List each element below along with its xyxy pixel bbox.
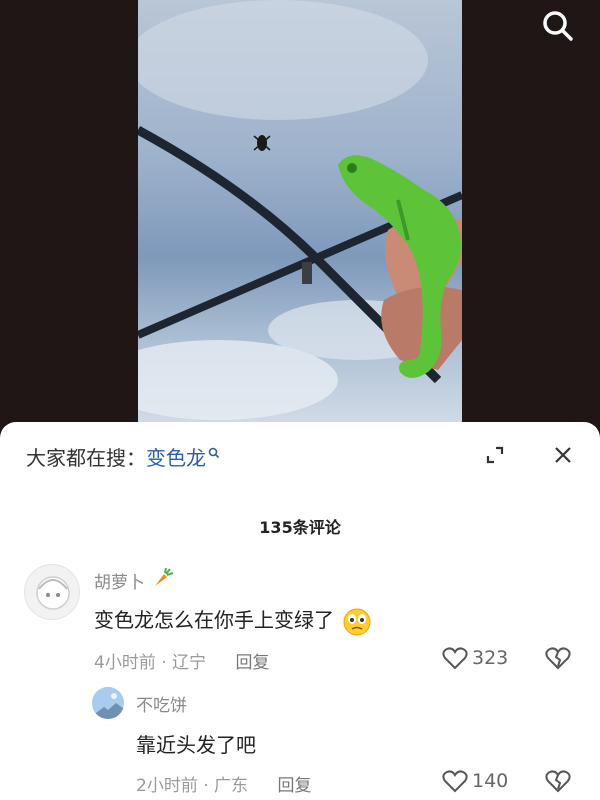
hot-search-keyword[interactable]: 变色龙 <box>146 442 206 471</box>
username-text: 胡萝卜 <box>94 573 145 593</box>
carrot-icon <box>155 568 174 586</box>
avatar-image <box>36 576 70 610</box>
frame-clamp <box>302 262 312 284</box>
hot-search-prefix: 大家都在搜： <box>26 446 146 470</box>
comment-time: 2小时前 <box>136 776 198 796</box>
search-button[interactable] <box>538 6 578 46</box>
broken-heart-icon <box>545 647 571 670</box>
comment-location: 辽宁 <box>172 653 207 673</box>
expand-button[interactable] <box>482 442 508 468</box>
comment-location: 广东 <box>214 776 249 796</box>
comment-text: 靠近头发了吧 <box>136 733 256 757</box>
hot-search: 大家都在搜： 变色龙 <box>26 442 220 471</box>
like-button[interactable]: 323 <box>442 646 508 670</box>
close-icon <box>555 447 571 463</box>
thinking-face-icon <box>343 608 371 635</box>
comments-sheet: 大家都在搜： 变色龙 135条评论 胡萝卜 变色龙怎么在你手上变绿了 4小时前 … <box>0 422 600 800</box>
broken-heart-icon <box>545 770 571 793</box>
reply-button[interactable]: 回复 <box>235 653 269 673</box>
comment-username[interactable]: 不吃饼 <box>136 691 187 716</box>
comment-text: 变色龙怎么在你手上变绿了 <box>94 604 372 637</box>
like-count: 323 <box>472 647 509 669</box>
comment-meta: 2小时前 · 广东 回复 <box>136 771 311 796</box>
like-button[interactable]: 140 <box>442 769 508 793</box>
search-icon <box>543 11 573 41</box>
cloud <box>138 0 428 120</box>
reply-button[interactable]: 回复 <box>277 776 311 796</box>
avatar[interactable] <box>92 687 124 719</box>
avatar[interactable] <box>24 564 80 620</box>
close-button[interactable] <box>550 442 576 468</box>
heart-icon <box>442 770 468 793</box>
sheet-header: 大家都在搜： 变色龙 <box>0 422 600 492</box>
comment-time: 4小时前 <box>94 653 156 673</box>
meta-separator: · <box>203 776 215 796</box>
video-player[interactable] <box>0 0 600 430</box>
like-count: 140 <box>472 770 509 792</box>
comment-count: 135条评论 <box>259 518 341 537</box>
comment-meta: 4小时前 · 辽宁 回复 <box>94 648 269 673</box>
avatar-image <box>92 687 124 719</box>
expand-icon <box>486 446 504 464</box>
dislike-button[interactable] <box>545 646 571 674</box>
heart-icon <box>442 647 468 670</box>
insect <box>253 135 271 151</box>
comment-username[interactable]: 胡萝卜 <box>94 568 174 593</box>
comment-text-content: 变色龙怎么在你手上变绿了 <box>94 608 334 632</box>
video-frame <box>138 0 462 430</box>
dislike-button[interactable] <box>545 769 571 797</box>
search-small-icon <box>208 447 220 459</box>
video-scene <box>138 0 462 420</box>
meta-separator: · <box>161 653 173 673</box>
